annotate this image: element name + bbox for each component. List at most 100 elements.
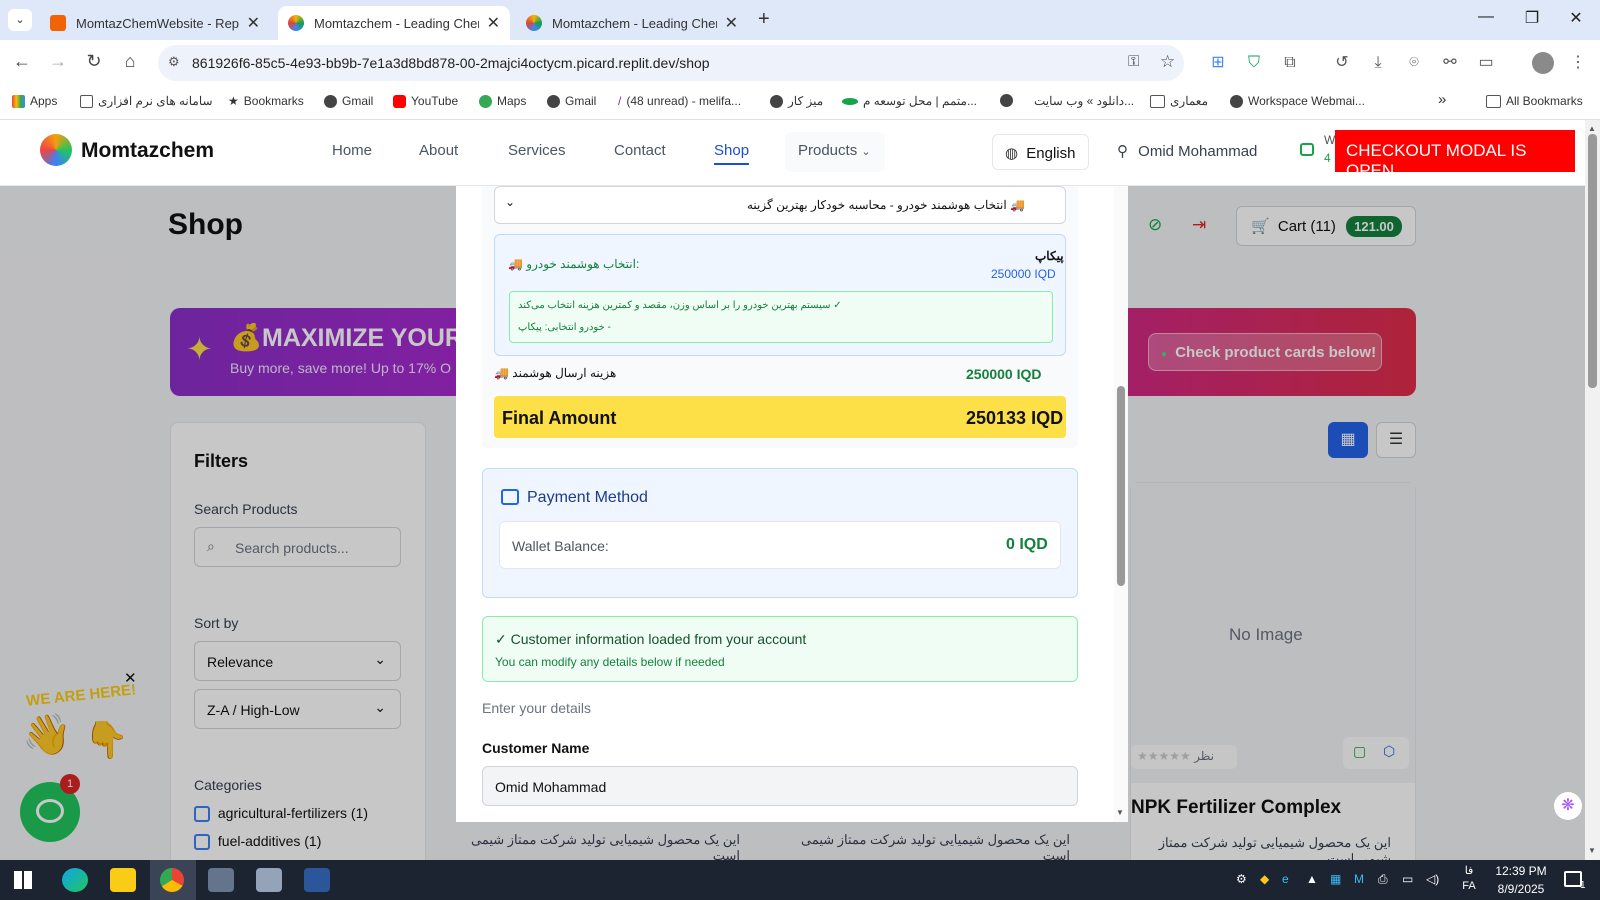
site-info-icon[interactable]: ⚙ [168, 54, 180, 70]
address-bar[interactable]: ⚙ 861926f6-85c5-4e93-bb9b-7e1a3d8bd878-0… [158, 45, 1184, 81]
bookmark-item[interactable]: ★ Bookmarks [228, 94, 304, 108]
modal-scrollbar-thumb[interactable] [1117, 386, 1125, 586]
new-tab-button[interactable]: + [758, 8, 770, 31]
page-scrollbar: ▲ ▼ [1585, 120, 1600, 860]
close-tab-icon[interactable]: ✕ [725, 13, 738, 33]
tray-icon[interactable]: ▲ [1306, 872, 1318, 886]
shield-extension-icon[interactable]: ⛉ [1244, 53, 1264, 73]
close-window-icon[interactable]: ✕ [1556, 8, 1596, 28]
close-tab-icon[interactable]: ✕ [487, 13, 500, 33]
tab-title: MomtazChemWebsite - Replit [76, 15, 239, 31]
reload-icon[interactable]: ↻ [82, 51, 106, 72]
bookmark-item[interactable]: Gmail [324, 94, 373, 108]
clock[interactable]: 12:39 PM 8/9/2025 [1490, 864, 1552, 896]
customer-name-input[interactable]: Omid Mohammad [482, 766, 1078, 806]
password-key-icon[interactable]: ⚿ [1128, 53, 1139, 70]
maps-pin-icon [479, 94, 492, 108]
brand-name[interactable]: Momtazchem [81, 139, 214, 163]
sidepanel-icon[interactable]: ▭ [1476, 53, 1496, 73]
volume-icon[interactable]: ◁) [1426, 872, 1439, 886]
folder-icon [1150, 94, 1165, 108]
details-label: Enter your details [482, 700, 591, 716]
apps-grid-icon [12, 94, 25, 108]
ai-assistant-icon[interactable]: ❋ [1554, 792, 1582, 820]
screenshot-icon[interactable]: ⌾ [1404, 53, 1424, 73]
close-tab-icon[interactable]: ✕ [247, 13, 260, 33]
vehicle-name: پیکاپ [1035, 249, 1064, 263]
bookmark-item[interactable]: Gmail [547, 94, 596, 108]
user-menu[interactable]: ⚲ Omid Mohammad [1117, 142, 1257, 160]
tab-replit[interactable]: MomtazChemWebsite - Replit ✕ [40, 6, 270, 40]
tray-icon[interactable]: M [1354, 872, 1364, 886]
truck-icon: 🚚 [1010, 198, 1025, 212]
bookmark-item[interactable]: / (48 unread) - melifa... [618, 94, 741, 108]
network-icon[interactable]: ▭ [1402, 872, 1413, 886]
word-icon[interactable] [304, 868, 330, 892]
chevron-down-icon: ⌄ [861, 146, 871, 158]
history-icon[interactable]: ↺ [1332, 53, 1352, 73]
tab-momtazchem[interactable]: Momtazchem - Leading Chemic ✕ [516, 6, 748, 40]
tray-icon[interactable]: ◆ [1260, 872, 1269, 886]
nav-about[interactable]: About [419, 142, 458, 159]
language-button[interactable]: ◍ English [992, 134, 1089, 170]
logo-icon[interactable] [40, 134, 72, 166]
bookmarks-overflow[interactable]: » [1438, 91, 1446, 108]
profile-avatar[interactable] [1532, 52, 1554, 74]
checkout-modal: 🚚 انتخاب هوشمند خودرو - محاسبه خودکار به… [456, 186, 1128, 822]
bookmark-item[interactable]: متمم | محل توسعه م... [842, 94, 977, 108]
tab-momtazchem-active[interactable]: Momtazchem - Leading Chemic ✕ [278, 6, 510, 40]
minimize-icon[interactable]: — [1466, 8, 1506, 26]
language-indicator[interactable]: فا FA [1458, 864, 1480, 892]
nav-home[interactable]: Home [332, 142, 372, 159]
all-bookmarks[interactable]: All Bookmarks [1486, 94, 1583, 108]
scroll-up-arrow-icon[interactable]: ▲ [1588, 124, 1596, 133]
bookmark-item[interactable]: دانلود » وب سایت... [1034, 94, 1134, 108]
wallet-value: 4 [1324, 151, 1331, 165]
bookmark-item[interactable]: سامانه های نرم افزاری [80, 94, 213, 108]
bookmark-item[interactable]: میز کار [770, 94, 823, 108]
printer-icon[interactable]: ⎙ [1378, 872, 1388, 887]
chrome-icon [160, 868, 184, 892]
file-explorer-icon[interactable] [110, 868, 136, 892]
bookmark-item[interactable]: YouTube [393, 94, 458, 108]
download-icon[interactable]: ⤓ [1368, 53, 1388, 73]
scroll-down-arrow-icon[interactable]: ▼ [1588, 846, 1596, 855]
modal-scrollbar-track: ▼ [1114, 186, 1128, 822]
scroll-down-arrow-icon[interactable]: ▼ [1116, 808, 1124, 817]
bookmark-item[interactable] [1000, 94, 1013, 107]
tray-icon[interactable]: e [1282, 872, 1289, 886]
bookmark-folder[interactable]: معماری [1150, 94, 1208, 108]
bookmark-apps[interactable]: Apps [12, 94, 57, 108]
extensions-icon[interactable]: ⧉ [1280, 53, 1300, 73]
windows-start-icon[interactable] [14, 871, 32, 889]
globe-icon [547, 94, 560, 108]
vehicle-select[interactable]: 🚚 انتخاب هوشمند خودرو - محاسبه خودکار به… [494, 186, 1066, 224]
tray-icon[interactable]: ▦ [1330, 872, 1341, 886]
page-icon [80, 94, 93, 108]
shipping-cost-value: 250000 IQD [966, 366, 1042, 382]
bookmark-item[interactable]: Workspace Webmai... [1230, 94, 1365, 108]
bookmark-star-icon[interactable]: ☆ [1160, 52, 1175, 72]
store-icon[interactable] [256, 868, 282, 892]
products-menu[interactable]: Products ⌄ [785, 132, 885, 172]
link-icon[interactable]: ⚯ [1440, 53, 1460, 73]
app-icon[interactable] [208, 868, 234, 892]
tab-search-button[interactable]: ⌄ [8, 9, 32, 31]
bookmark-item[interactable]: Maps [479, 94, 526, 108]
menu-kebab-icon[interactable]: ⋮ [1568, 53, 1588, 73]
restore-icon[interactable]: ❐ [1512, 8, 1552, 28]
site-header: Momtazchem Home About Services Contact S… [0, 120, 1585, 186]
nav-contact[interactable]: Contact [614, 142, 666, 159]
nav-services[interactable]: Services [508, 142, 566, 159]
folder-icon [1486, 94, 1501, 108]
home-icon[interactable]: ⌂ [118, 51, 142, 72]
edge-icon[interactable] [62, 868, 88, 892]
tray-icon[interactable]: ⚙ [1236, 872, 1247, 886]
nav-shop[interactable]: Shop [714, 142, 750, 165]
translate-icon[interactable]: ⊞ [1208, 53, 1228, 73]
back-icon[interactable]: ← [10, 51, 34, 72]
wallet-icon[interactable] [1300, 143, 1314, 156]
chrome-taskbar-active[interactable] [150, 860, 196, 900]
page-scrollbar-thumb[interactable] [1588, 134, 1597, 388]
forward-icon[interactable]: → [46, 51, 70, 72]
